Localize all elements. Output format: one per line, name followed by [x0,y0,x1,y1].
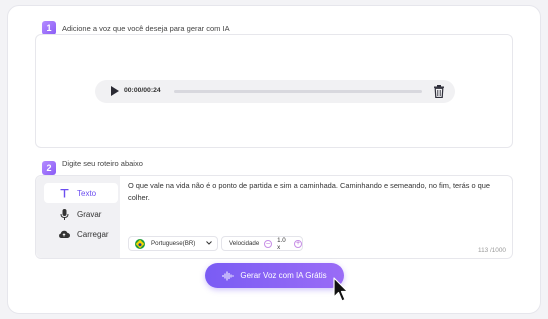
speed-label: Velocidade [229,240,260,247]
generate-voice-button[interactable]: Gerar Voz com IA Grátis [205,263,344,288]
step-2-badge: 2 [42,161,56,175]
tab-gravar[interactable]: Gravar [44,204,118,224]
step-2-label: Digite seu roteiro abaixo [62,159,143,168]
speed-decrease-icon[interactable]: – [264,239,273,248]
tab-texto[interactable]: Texto [44,183,118,203]
trash-icon[interactable] [433,85,445,98]
language-select[interactable]: Portuguese(BR) [128,236,218,251]
script-textarea[interactable]: O que vale na vida não é o ponto de part… [128,180,508,203]
language-value: Portuguese(BR) [151,240,196,247]
tab-carregar-label: Carregar [77,229,109,239]
play-icon[interactable] [111,86,119,96]
tab-gravar-label: Gravar [77,209,102,219]
chevron-down-icon [206,240,212,247]
audio-time: 00:00/00:24 [124,87,161,94]
speed-control: Velocidade – 1.0 x + [221,236,303,251]
cloud-upload-icon [56,230,72,238]
mouse-cursor-icon [333,277,349,302]
character-counter: 113 /1000 [478,247,506,254]
speed-value: 1.0 x [277,236,286,251]
audio-progress-bar[interactable] [174,90,422,93]
tab-carregar[interactable]: Carregar [44,224,118,244]
generate-voice-label: Gerar Voz com IA Grátis [240,271,327,280]
brazil-flag-icon [135,238,145,249]
audio-player: 00:00/00:24 [95,80,455,103]
microphone-icon [56,208,72,220]
speed-increase-icon[interactable]: + [294,239,302,248]
input-mode-tabs: Texto Gravar Carregar [36,176,120,258]
step-1-label: Adicione a voz que você deseja para gera… [62,24,230,33]
step-1-badge: 1 [42,21,56,35]
tab-texto-label: Texto [77,188,97,198]
text-icon [56,188,72,198]
waveform-icon [222,271,234,280]
